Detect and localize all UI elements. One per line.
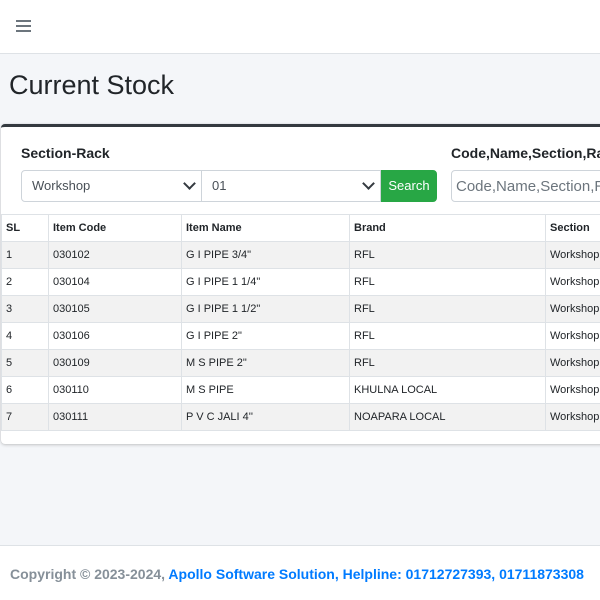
- cell-sl: 4: [1, 322, 49, 350]
- cell-brand: RFL: [349, 295, 546, 323]
- table-row: 2 030104 G I PIPE 1 1/4" RFL Workshop: [1, 268, 600, 296]
- cell-item-code: 030102: [48, 241, 182, 269]
- table-row: 7 030111 P V C JALI 4'' NOAPARA LOCAL Wo…: [1, 403, 600, 431]
- section-rack-label: Section-Rack: [21, 145, 110, 161]
- search-button[interactable]: Search: [381, 170, 437, 202]
- cell-item-name: G I PIPE 3/4": [181, 241, 350, 269]
- table-row: 4 030106 G I PIPE 2" RFL Workshop: [1, 322, 600, 350]
- cell-sl: 1: [1, 241, 49, 269]
- cell-section: Workshop: [545, 241, 600, 269]
- cell-brand: KHULNA LOCAL: [349, 376, 546, 404]
- cell-section: Workshop: [545, 295, 600, 323]
- top-navbar: [0, 0, 600, 54]
- rack-select[interactable]: 01: [201, 170, 381, 202]
- stock-table: SL Item Code Item Name Brand Section 1 0…: [1, 214, 600, 431]
- cell-sl: 3: [1, 295, 49, 323]
- cell-sl: 6: [1, 376, 49, 404]
- stock-card: Section-Rack Code,Name,Section,Rack Work…: [1, 124, 600, 444]
- cell-section: Workshop: [545, 376, 600, 404]
- cell-section: Workshop: [545, 322, 600, 350]
- column-header-brand[interactable]: Brand: [349, 214, 546, 242]
- chevron-down-icon: [183, 177, 196, 190]
- cell-sl: 5: [1, 349, 49, 377]
- table-row: 5 030109 M S PIPE 2" RFL Workshop: [1, 349, 600, 377]
- copyright-text: Copyright © 2023-2024,: [10, 566, 169, 582]
- cell-sl: 7: [1, 403, 49, 431]
- cell-item-name: G I PIPE 2": [181, 322, 350, 350]
- cell-item-code: 030110: [48, 376, 182, 404]
- table-row: 6 030110 M S PIPE KHULNA LOCAL Workshop: [1, 376, 600, 404]
- cell-brand: RFL: [349, 349, 546, 377]
- column-header-item-code[interactable]: Item Code: [48, 214, 182, 242]
- cell-item-code: 030104: [48, 268, 182, 296]
- cell-item-code: 030109: [48, 349, 182, 377]
- cell-brand: RFL: [349, 241, 546, 269]
- code-search-input[interactable]: [451, 170, 600, 202]
- section-select-value: Workshop: [32, 178, 91, 193]
- cell-item-code: 030106: [48, 322, 182, 350]
- cell-sl: 2: [1, 268, 49, 296]
- column-header-sl[interactable]: SL: [1, 214, 49, 242]
- section-select[interactable]: Workshop: [21, 170, 202, 202]
- cell-item-code: 030111: [48, 403, 182, 431]
- table-row: 3 030105 G I PIPE 1 1/2" RFL Workshop: [1, 295, 600, 323]
- cell-section: Workshop: [545, 403, 600, 431]
- cell-item-name: G I PIPE 1 1/2": [181, 295, 350, 323]
- cell-item-code: 030105: [48, 295, 182, 323]
- code-search-label: Code,Name,Section,Rack: [451, 145, 600, 161]
- table-row: 1 030102 G I PIPE 3/4" RFL Workshop: [1, 241, 600, 269]
- cell-brand: RFL: [349, 268, 546, 296]
- cell-section: Workshop: [545, 268, 600, 296]
- cell-brand: RFL: [349, 322, 546, 350]
- page-footer: Copyright © 2023-2024, Apollo Software S…: [0, 545, 600, 600]
- cell-item-name: M S PIPE: [181, 376, 350, 404]
- page-title: Current Stock: [9, 70, 175, 100]
- chevron-down-icon: [362, 177, 375, 190]
- table-header-row: SL Item Code Item Name Brand Section: [1, 214, 600, 242]
- cell-section: Workshop: [545, 349, 600, 377]
- cell-brand: NOAPARA LOCAL: [349, 403, 546, 431]
- hamburger-menu-icon[interactable]: [14, 16, 36, 38]
- column-header-section[interactable]: Section: [545, 214, 600, 242]
- column-header-item-name[interactable]: Item Name: [181, 214, 350, 242]
- rack-select-value: 01: [212, 178, 227, 193]
- cell-item-name: G I PIPE 1 1/4": [181, 268, 350, 296]
- cell-item-name: P V C JALI 4'': [181, 403, 350, 431]
- footer-text: Copyright © 2023-2024, Apollo Software S…: [10, 566, 584, 582]
- company-link[interactable]: Apollo Software Solution, Helpline: 0171…: [168, 566, 584, 582]
- cell-item-name: M S PIPE 2": [181, 349, 350, 377]
